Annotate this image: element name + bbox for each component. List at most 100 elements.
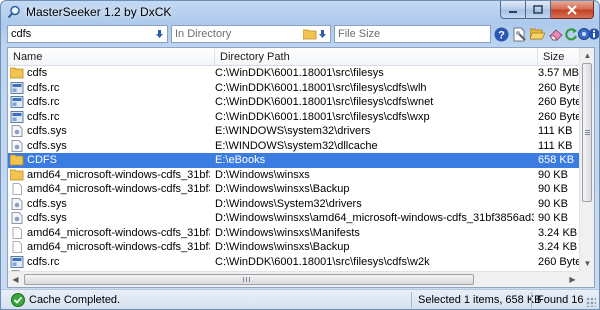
- table-row[interactable]: CDFS E:\eBooks 658 KB: [8, 153, 580, 168]
- minimize-button[interactable]: [500, 1, 526, 19]
- dropdown-arrow-icon[interactable]: [155, 30, 164, 39]
- row-name: cdfs.rc: [27, 255, 60, 268]
- row-size: 90 KB: [538, 183, 568, 195]
- row-name: cdfs.sys: [27, 139, 67, 152]
- row-path: C:\WinDDK\6001.18001\src\filesys: [215, 67, 384, 79]
- maximize-icon: [533, 5, 543, 14]
- row-path: E:\WINDOWS\system32\drivers: [215, 125, 371, 137]
- row-name: amd64_microsoft-windows-cdfs_31bf3856ad3…: [27, 241, 210, 253]
- folder-browse-icon[interactable]: [303, 29, 317, 40]
- table-row[interactable]: amd64_microsoft-windows-cdfs_31bf3856ad3…: [8, 240, 580, 255]
- horizontal-scrollbar[interactable]: ◀ ▶: [8, 271, 580, 287]
- name-search-field[interactable]: [7, 25, 168, 43]
- scroll-right-arrow-icon[interactable]: ▶: [565, 272, 580, 287]
- folder-open-icon[interactable]: [528, 25, 546, 43]
- row-size: 3.24 KB: [538, 241, 578, 253]
- row-size: 111 KB: [538, 125, 573, 137]
- list-header: Name Directory Path Size: [8, 48, 594, 66]
- vertical-scroll-thumb[interactable]: [582, 63, 592, 202]
- close-button[interactable]: [551, 1, 594, 19]
- row-name-cell: cdfs.sys: [10, 211, 210, 226]
- info-icon[interactable]: [588, 25, 599, 43]
- magnifier-icon: [7, 5, 21, 19]
- scroll-down-arrow-icon[interactable]: ▼: [580, 256, 594, 271]
- rc-file-icon: [10, 96, 24, 108]
- row-size: 111 KB: [538, 139, 573, 152]
- row-name-cell: cdfs.sys: [10, 124, 210, 139]
- file-size-input[interactable]: [338, 27, 486, 41]
- row-name: cdfs.sys: [27, 125, 67, 137]
- table-row[interactable]: amd64_microsoft-windows-cdfs_31bf3856ad3…: [8, 226, 580, 241]
- maximize-button[interactable]: [526, 1, 551, 19]
- rc-file-icon: [10, 81, 24, 94]
- status-text: Cache Completed.: [29, 294, 121, 306]
- table-row[interactable]: cdfs.rc C:\WinDDK\6001.18001\src\filesys\…: [8, 81, 580, 96]
- row-size: 3.24 KB: [538, 226, 578, 239]
- blank-file-icon: [10, 226, 24, 239]
- name-search-input[interactable]: [11, 27, 149, 41]
- column-header-name[interactable]: Name: [8, 48, 215, 66]
- scroll-corner: [579, 271, 594, 287]
- row-path: D:\Windows\winsxs\Backup: [215, 241, 350, 253]
- folder-icon: [10, 169, 24, 181]
- table-row[interactable]: cdfs.sys E:\WINDOWS\system32\drivers 111 K…: [8, 124, 580, 139]
- row-name-cell: amd64_microsoft-windows-cdfs_31bf3856ad3…: [10, 226, 210, 241]
- search-toolbar: ?: [7, 23, 599, 45]
- table-row[interactable]: amd64_microsoft-windows-cdfs_31bf3856ad3…: [8, 182, 580, 197]
- row-name-cell: cdfs.rc: [10, 255, 210, 270]
- row-path: C:\WinDDK\6001.18001\src\filesys\cdfs\wl…: [215, 81, 427, 94]
- sys-file-icon: [10, 212, 24, 224]
- row-path: E:\eBooks: [215, 154, 266, 166]
- row-path: D:\Windows\winsxs\amd64_microsoft-window…: [215, 212, 534, 224]
- row-size: 658 KB: [538, 154, 575, 166]
- column-header-path[interactable]: Directory Path: [215, 48, 538, 66]
- row-path: D:\Windows\winsxs\Backup: [215, 183, 350, 195]
- results-list[interactable]: Name Directory Path Size cdfs C:\WinDDK\6…: [7, 47, 595, 288]
- table-row[interactable]: amd64_microsoft-windows-cdfs_31bf3856ad3…: [8, 168, 580, 183]
- row-size: 90 KB: [538, 212, 568, 224]
- row-name-cell: amd64_microsoft-windows-cdfs_31bf3856ad3…: [10, 168, 210, 183]
- column-header-size[interactable]: Size: [538, 48, 580, 66]
- vertical-scrollbar[interactable]: ▲ ▼: [579, 48, 594, 271]
- row-name: amd64_microsoft-windows-cdfs_31bf3856ad3…: [27, 168, 210, 181]
- rc-file-icon: [10, 255, 24, 268]
- row-size: 3.57 MB: [538, 67, 579, 79]
- resize-grip[interactable]: [586, 297, 596, 307]
- title-bar[interactable]: MasterSeeker 1.2 by DxCK: [1, 1, 599, 23]
- row-size: 260 Bytes: [538, 255, 580, 268]
- help-icon[interactable]: ?: [492, 25, 510, 43]
- table-row[interactable]: cdfs.rc C:\WinDDK\6001.18001\src\filesys\…: [8, 95, 580, 110]
- row-name-cell: cdfs.sys: [10, 139, 210, 154]
- directory-input[interactable]: [175, 27, 293, 41]
- table-row[interactable]: cdfs.sys D:\Windows\System32\drivers 90 KB: [8, 197, 580, 212]
- table-row[interactable]: cdfs.rc C:\WinDDK\6001.18001\src\filesys\…: [8, 255, 580, 270]
- row-name-cell: CDFS: [10, 153, 210, 168]
- row-name-cell: cdfs.rc: [10, 81, 210, 96]
- scroll-up-arrow-icon[interactable]: ▲: [580, 48, 594, 63]
- window-title: MasterSeeker 1.2 by DxCK: [26, 5, 172, 19]
- row-path: D:\Windows\winsxs\Manifests: [215, 226, 360, 239]
- table-row[interactable]: cdfs.sys D:\Windows\winsxs\amd64_microsof…: [8, 211, 580, 226]
- svg-text:?: ?: [498, 29, 505, 41]
- row-name-cell: cdfs: [10, 66, 210, 81]
- document-tools-icon[interactable]: [510, 25, 528, 43]
- horizontal-scroll-thumb[interactable]: [24, 274, 474, 285]
- scroll-left-arrow-icon[interactable]: ◀: [8, 272, 23, 287]
- table-row[interactable]: cdfs.rc C:\WinDDK\6001.18001\src\filesys\…: [8, 110, 580, 125]
- sys-file-icon: [10, 139, 24, 152]
- row-path: C:\WinDDK\6001.18001\src\filesys\cdfs\w2…: [215, 255, 430, 268]
- selection-summary: Selected 1 items, 658 KB: [418, 294, 542, 306]
- folder-icon: [10, 67, 24, 79]
- directory-field[interactable]: [171, 25, 331, 43]
- row-path: E:\WINDOWS\system32\dllcache: [215, 139, 378, 152]
- row-path: D:\Windows\winsxs: [215, 168, 310, 181]
- table-row[interactable]: cdfs.sys E:\WINDOWS\system32\dllcache 111 …: [8, 139, 580, 154]
- found-count: Found 16: [537, 294, 584, 306]
- row-path: D:\Windows\System32\drivers: [215, 197, 362, 210]
- row-name: cdfs.rc: [27, 110, 60, 123]
- file-size-field[interactable]: [334, 25, 491, 43]
- dropdown-arrow-icon[interactable]: [318, 30, 327, 39]
- table-row[interactable]: cdfs C:\WinDDK\6001.18001\src\filesys 3.57…: [8, 66, 580, 81]
- row-size: 90 KB: [538, 168, 568, 181]
- row-name: CDFS: [27, 154, 57, 166]
